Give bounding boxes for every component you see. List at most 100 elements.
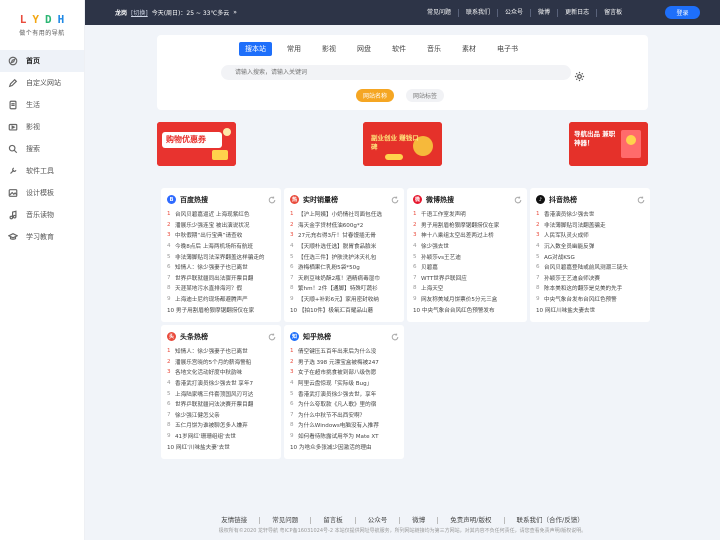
- top-link-wechat[interactable]: 公众号: [498, 8, 532, 17]
- sidebar-item[interactable]: 设计模板: [0, 182, 84, 204]
- sidebar-item[interactable]: 软件工具: [0, 160, 84, 182]
- sidebar-item[interactable]: 学习教育: [0, 226, 84, 248]
- hot-list-item[interactable]: 2 潘展乐宫晓的5个月的薪海警船: [167, 357, 276, 368]
- hot-list-item[interactable]: 1 倩空键压五百年出来后为什么没: [290, 346, 399, 357]
- top-link-changelog[interactable]: 更新日志: [558, 8, 598, 17]
- search-tab[interactable]: 电子书: [491, 42, 524, 56]
- footer-link-contact[interactable]: 联系我们（合作/反馈）: [505, 516, 596, 524]
- footer-link-friends[interactable]: 友情链接: [209, 516, 261, 524]
- search-tab[interactable]: 影视: [316, 42, 342, 56]
- logo[interactable]: L Y D H 做个有用的导航: [0, 0, 84, 50]
- hot-list-item[interactable]: 1 千语工作室发声明: [413, 209, 522, 220]
- hot-list-item[interactable]: 9 41岁网红‘珊珊组组’去世: [167, 431, 276, 442]
- hot-list-item[interactable]: 8 繁hm！2件【通脚】特殊叮蔬衫: [290, 283, 399, 294]
- footer-link-wechat[interactable]: 公众号: [356, 516, 401, 524]
- hot-list-item[interactable]: 6 贝碧嘉: [413, 262, 522, 273]
- hot-list-item[interactable]: 7 为什么中秋节不出西安啊？: [290, 410, 399, 421]
- hot-list-item[interactable]: 7 世界乒联就疆同出法骤开票目翻: [167, 273, 276, 284]
- hot-list-item[interactable]: 8 为什么Windows电脑没有入推荐: [290, 420, 399, 431]
- top-link-guestbook[interactable]: 留言板: [597, 9, 629, 17]
- hot-list-item[interactable]: 5 孙颖莎vs王艺迪: [413, 251, 522, 262]
- city-switch-link[interactable]: [切换]: [131, 8, 148, 17]
- hot-list-item[interactable]: 10 中央气象台台风红色预警发布: [413, 304, 522, 315]
- sidebar-item[interactable]: 自定义网站: [0, 72, 84, 94]
- hot-list-item[interactable]: 3 神十八乘组太空出差两过上桥: [413, 230, 522, 241]
- hot-list-item[interactable]: 9 上海迪士尼约现场都避腾声严: [167, 294, 276, 305]
- hot-list-item[interactable]: 1 知情人：徐少强妻子也已离世: [167, 346, 276, 357]
- hot-list-item[interactable]: 6 游梅栖果仁乳粉5袋*50g: [290, 262, 399, 273]
- search-tab[interactable]: 常用: [281, 42, 307, 56]
- hot-list-item[interactable]: 7 徐少强江健怎父亲: [167, 410, 276, 421]
- sidebar-item[interactable]: 音乐读物: [0, 204, 84, 226]
- search-tab[interactable]: 网盘: [351, 42, 377, 56]
- hot-list-item[interactable]: 6 台风贝碧嘉登陆或前风测潮三链头: [536, 262, 645, 273]
- refresh-icon[interactable]: [391, 333, 399, 341]
- hot-list-item[interactable]: 1 【沪上阿姨】小奶情社司面包任选: [290, 209, 399, 220]
- hot-list-item[interactable]: 8 上海天空: [413, 283, 522, 294]
- search-input[interactable]: [221, 65, 571, 80]
- refresh-icon[interactable]: [391, 196, 399, 204]
- sidebar-item[interactable]: 首页: [0, 50, 84, 72]
- hot-list-item[interactable]: 9 中央气象台发布台风红色预警: [536, 294, 645, 305]
- search-tab[interactable]: 音乐: [421, 42, 447, 56]
- hot-list-item[interactable]: 8 五仁月饼为谁被聊怎多人嫌弃: [167, 420, 276, 431]
- hot-list-item[interactable]: 3 人民军队灵火成师: [536, 230, 645, 241]
- footer-link-faq[interactable]: 常见问题: [260, 516, 312, 524]
- hot-list-item[interactable]: 4 今晚8点后 上海两机场所有航班: [167, 241, 276, 252]
- top-link-faq[interactable]: 常见问题: [420, 8, 460, 17]
- search-tab[interactable]: 搜本站: [239, 42, 272, 56]
- hot-list-item[interactable]: 9 【天顺+补彩6元】家用密封收纳: [290, 294, 399, 305]
- sidebar-item[interactable]: 影视: [0, 116, 84, 138]
- hot-list-item[interactable]: 1 台风贝碧嘉逼近 上海现紫红色: [167, 209, 276, 220]
- hot-list-item[interactable]: 1 香港演员徐少强去世: [536, 209, 645, 220]
- hot-list-item[interactable]: 5 非法薄脚贴司法深界翻盖这样骗走的: [167, 251, 276, 262]
- hot-list-item[interactable]: 5 【任选三件】护肤洗护沐天礼包: [290, 251, 399, 262]
- refresh-icon[interactable]: [268, 196, 276, 204]
- hot-list-item[interactable]: 4 徐少强去世: [413, 241, 522, 252]
- banner-nav-tool[interactable]: 导航出品 兼职神器！: [569, 122, 648, 166]
- hot-list-item[interactable]: 7 孙颖莎王艺迪会师决赛: [536, 273, 645, 284]
- hot-list-item[interactable]: 3 女子在超市挑食被到部八级伤愿: [290, 367, 399, 378]
- hot-list-item[interactable]: 2 非法薄脚贴司法翻盖骗走: [536, 220, 645, 231]
- refresh-icon[interactable]: [514, 196, 522, 204]
- hot-list-item[interactable]: 10 网红川味盐夫妻去世: [536, 304, 645, 315]
- hot-list-item[interactable]: 10 男子用割眉枪狠摩锯翻捞仅在家: [167, 304, 276, 315]
- hot-list-item[interactable]: 7 天刷豆味奶酥2瓶！酒精病毒湿巾: [290, 273, 399, 284]
- sidebar-item[interactable]: 生活: [0, 94, 84, 116]
- footer-link-guestbook[interactable]: 留言板: [311, 516, 356, 524]
- engine-site-name[interactable]: 网站名称: [356, 89, 395, 102]
- top-link-contact[interactable]: 联系我们: [459, 8, 499, 17]
- hot-list-item[interactable]: 4 【天顺朴选任选】脱胃食品臉米: [290, 241, 399, 252]
- hot-list-item[interactable]: 6 世界乒联就疆问法决赛开票目翻: [167, 399, 276, 410]
- hot-list-item[interactable]: 4 香港武打演员徐少强去世 享年7: [167, 378, 276, 389]
- hot-list-item[interactable]: 9 如何看待陈露试用华为 Mate XT: [290, 431, 399, 442]
- hot-list-item[interactable]: 8 陈本美和这的翻莎是兑美的先手: [536, 283, 645, 294]
- hot-list-item[interactable]: 2 海天金字贷材低油600g*2: [290, 220, 399, 231]
- hot-list-item[interactable]: 3 27元充右得3斤！甘春馒插无骨: [290, 230, 399, 241]
- hot-list-item[interactable]: 10 为啥众多张减少因激活的理由: [290, 441, 399, 452]
- banner-coupon[interactable]: 购物优惠券: [157, 122, 236, 166]
- footer-link-disclaimer[interactable]: 免责声明/版权: [438, 516, 505, 524]
- hot-list-item[interactable]: 5 AG对战KSG: [536, 251, 645, 262]
- engine-site-tag[interactable]: 网站标签: [406, 89, 445, 102]
- hot-list-item[interactable]: 6 知情人：徐少强妻子也已离世: [167, 262, 276, 273]
- hot-list-item[interactable]: 4 阿里云盘惊现「实际级 Bug」: [290, 378, 399, 389]
- hot-list-item[interactable]: 10 网红‘川味盐夫妻’去世: [167, 441, 276, 452]
- search-tab[interactable]: 软件: [386, 42, 412, 56]
- hot-list-item[interactable]: 10 【拍10件】极氧汇百耀品山蘑: [290, 304, 399, 315]
- hot-list-item[interactable]: 3 各地文化活动好度中秋韵味: [167, 367, 276, 378]
- login-button[interactable]: 登录: [665, 6, 700, 19]
- gear-icon[interactable]: [574, 67, 585, 82]
- search-tab[interactable]: 素材: [456, 42, 482, 56]
- hot-list-item[interactable]: 2 潘展乐少强连宝 被出演说状况: [167, 220, 276, 231]
- hot-list-item[interactable]: 4 沉入数全员幽能反弹: [536, 241, 645, 252]
- hot-list-item[interactable]: 8 天涯某地污水直排海河？假: [167, 283, 276, 294]
- hot-list-item[interactable]: 5 上海陆家嘴三件套顶国风刃可达: [167, 388, 276, 399]
- hot-list-item[interactable]: 2 男子选 398 元漂宝盒被梅被247: [290, 357, 399, 368]
- hot-list-item[interactable]: 5 香港武打演员徐少强去世，享年: [290, 388, 399, 399]
- hot-list-item[interactable]: 6 为什么夸取款《凡人歌》里的宿: [290, 399, 399, 410]
- sidebar-item[interactable]: 搜索: [0, 138, 84, 160]
- refresh-icon[interactable]: [637, 196, 645, 204]
- hot-list-item[interactable]: 2 男子用割眉枪狠摩锯翻捞仅在家: [413, 220, 522, 231]
- banner-sidejob[interactable]: 副业创业 赚钱口碑: [363, 122, 442, 166]
